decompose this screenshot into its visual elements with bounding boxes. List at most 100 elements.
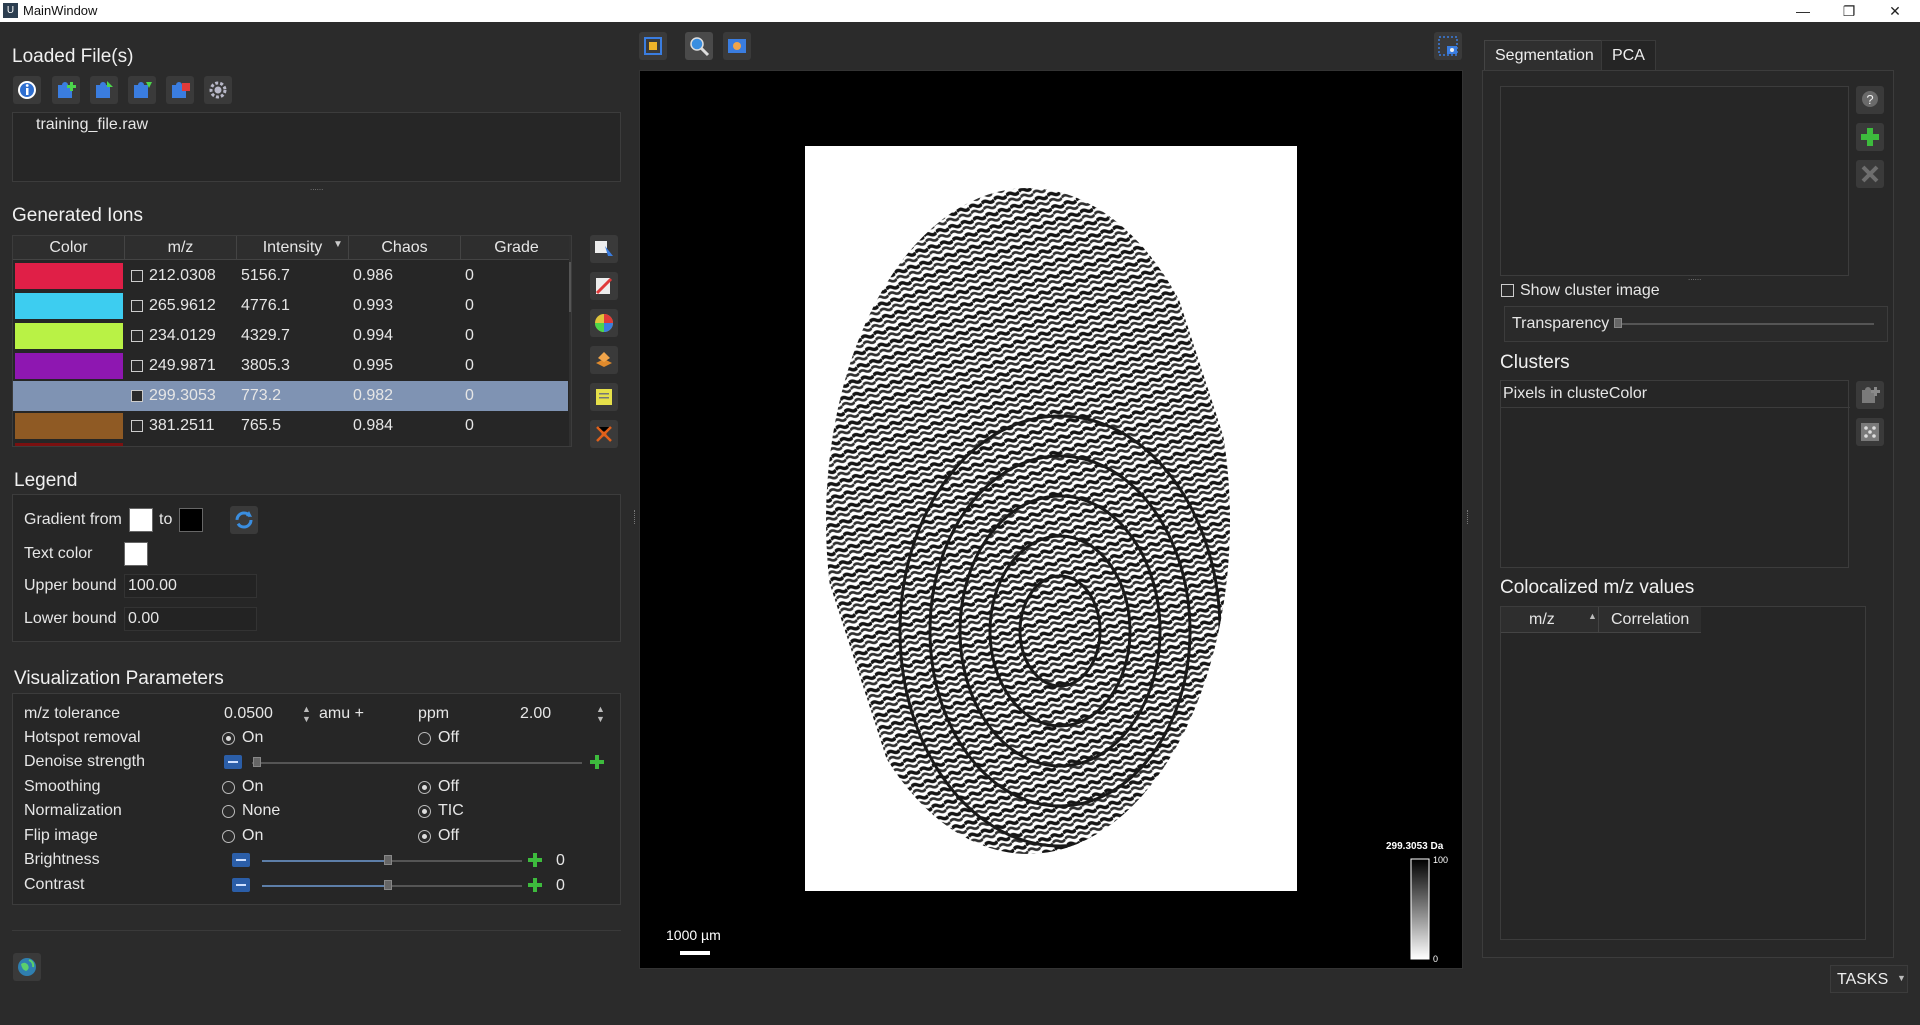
loaded-file-item[interactable]: training_file.raw: [36, 116, 148, 134]
loaded-files-list[interactable]: training_file.raw: [12, 112, 621, 182]
text-color-swatch[interactable]: [124, 542, 148, 566]
colocalized-table[interactable]: m/z ▲ Correlation: [1500, 606, 1866, 940]
unpick-ion-button[interactable]: [590, 272, 618, 300]
viewer-splitter[interactable]: [1467, 510, 1469, 524]
color-wheel-button[interactable]: [590, 309, 618, 337]
mz-tolerance-spin[interactable]: ▲ ▼: [302, 704, 311, 724]
ion-color-swatch[interactable]: [15, 263, 123, 289]
ppm-input[interactable]: 2.00: [517, 703, 607, 727]
add-file-button[interactable]: [52, 76, 80, 104]
clusters-table-header[interactable]: Pixels in clusteColor: [1503, 385, 1647, 403]
coloc-header-correlation[interactable]: Correlation: [1611, 611, 1689, 629]
hotspot-off-label[interactable]: Off: [438, 729, 459, 747]
file-info-button[interactable]: [13, 76, 41, 104]
header-chaos[interactable]: Chaos: [349, 236, 461, 260]
flip-on-label[interactable]: On: [242, 827, 263, 845]
import-file-button[interactable]: [90, 76, 118, 104]
smoothing-on-radio[interactable]: [222, 781, 235, 794]
left-splitter[interactable]: [634, 510, 636, 524]
segmentation-splitter[interactable]: ......: [1688, 273, 1701, 282]
segmentation-help-button[interactable]: ?: [1856, 86, 1884, 114]
brightness-value[interactable]: 0: [553, 850, 601, 874]
swap-gradient-button[interactable]: [230, 506, 258, 534]
flip-off-label[interactable]: Off: [438, 827, 459, 845]
table-row[interactable]: 381.2511 765.5 0.984 0: [13, 411, 568, 441]
header-mz[interactable]: m/z: [125, 236, 237, 260]
ion-visibility-checkbox[interactable]: [131, 330, 143, 342]
close-button[interactable]: ✕: [1872, 0, 1918, 22]
transparency-slider-track[interactable]: [1614, 323, 1874, 325]
denoise-increase-button[interactable]: [588, 753, 606, 771]
contrast-slider-handle[interactable]: [384, 880, 392, 890]
table-row[interactable]: 212.0308 5156.7 0.986 0: [13, 261, 568, 291]
table-row[interactable]: 265.9612 4776.1 0.993 0: [13, 291, 568, 321]
lower-bound-input[interactable]: 0.00: [124, 607, 257, 631]
add-cluster-button[interactable]: [1856, 381, 1884, 409]
normalization-tic-label[interactable]: TIC: [438, 802, 464, 820]
remove-file-button[interactable]: [166, 76, 194, 104]
smoothing-on-label[interactable]: On: [242, 778, 263, 796]
contrast-increase-button[interactable]: [526, 876, 544, 894]
tab-segmentation[interactable]: Segmentation: [1484, 40, 1605, 70]
denoise-decrease-button[interactable]: [224, 755, 242, 769]
zoom-button[interactable]: [685, 32, 713, 60]
ion-color-swatch[interactable]: [15, 383, 123, 409]
note-button[interactable]: [590, 383, 618, 411]
table-row[interactable]: 234.0129 4329.7 0.994 0: [13, 321, 568, 351]
coloc-header-mz[interactable]: m/z: [1529, 611, 1555, 629]
splitter-handle[interactable]: ......: [310, 183, 323, 192]
ion-visibility-checkbox[interactable]: [131, 300, 143, 312]
ion-image-canvas[interactable]: 1000 µm 299.3053 Da 100 0: [640, 71, 1464, 970]
gradient-from-swatch[interactable]: [129, 508, 153, 532]
ion-color-swatch[interactable]: [15, 443, 123, 446]
screenshot-button[interactable]: [723, 32, 751, 60]
table-row[interactable]: [13, 441, 568, 446]
brightness-increase-button[interactable]: [526, 851, 544, 869]
ion-image-viewer[interactable]: 1000 µm 299.3053 Da 100 0: [639, 70, 1463, 969]
network-button[interactable]: [590, 420, 618, 448]
smoothing-off-label[interactable]: Off: [438, 778, 459, 796]
denoise-slider-track[interactable]: [252, 762, 582, 764]
show-cluster-label[interactable]: Show cluster image: [1520, 282, 1660, 300]
ion-visibility-checkbox[interactable]: [131, 270, 143, 282]
ions-table[interactable]: Color m/z Intensity ▼ Chaos Grade 212.03…: [12, 235, 572, 447]
show-cluster-checkbox[interactable]: [1501, 284, 1514, 297]
ions-table-scrollbar[interactable]: [569, 236, 571, 446]
hotspot-on-radio[interactable]: [222, 732, 235, 745]
flip-on-radio[interactable]: [222, 830, 235, 843]
minimize-button[interactable]: —: [1780, 0, 1826, 22]
clusters-table[interactable]: Pixels in clusteColor: [1500, 380, 1850, 568]
header-color[interactable]: Color: [13, 236, 125, 260]
export-file-button[interactable]: [128, 76, 156, 104]
ion-color-swatch[interactable]: [15, 323, 123, 349]
header-grade[interactable]: Grade: [461, 236, 571, 260]
flip-off-radio[interactable]: [418, 830, 431, 843]
ion-color-swatch[interactable]: [15, 353, 123, 379]
capture-region-button[interactable]: [1434, 32, 1462, 60]
ion-color-swatch[interactable]: [15, 413, 123, 439]
brightness-decrease-button[interactable]: [232, 853, 250, 867]
normalization-none-label[interactable]: None: [242, 802, 280, 820]
table-row[interactable]: 249.9871 3805.3 0.995 0: [13, 351, 568, 381]
ion-visibility-checkbox[interactable]: [131, 390, 143, 402]
upper-bound-input[interactable]: 100.00: [124, 574, 257, 598]
ion-color-swatch[interactable]: [15, 293, 123, 319]
hotspot-off-radio[interactable]: [418, 732, 431, 745]
tasks-button[interactable]: TASKS ▼: [1830, 965, 1908, 993]
layers-button[interactable]: [590, 346, 618, 374]
table-row[interactable]: 299.3053 773.2 0.982 0: [13, 381, 568, 411]
smoothing-off-radio[interactable]: [418, 781, 431, 794]
contrast-decrease-button[interactable]: [232, 878, 250, 892]
ion-visibility-checkbox[interactable]: [131, 360, 143, 372]
cluster-grid-button[interactable]: [1856, 418, 1884, 446]
denoise-slider-handle[interactable]: [253, 757, 261, 767]
add-segmentation-button[interactable]: [1856, 123, 1884, 151]
tab-pca[interactable]: PCA: [1601, 40, 1656, 70]
gradient-to-swatch[interactable]: [179, 508, 203, 532]
hotspot-on-label[interactable]: On: [242, 729, 263, 747]
contrast-value[interactable]: 0: [553, 875, 601, 899]
brightness-slider-handle[interactable]: [384, 855, 392, 865]
segmentation-list[interactable]: [1500, 86, 1849, 276]
settings-button[interactable]: [204, 76, 232, 104]
transparency-slider-handle[interactable]: [1614, 318, 1622, 328]
